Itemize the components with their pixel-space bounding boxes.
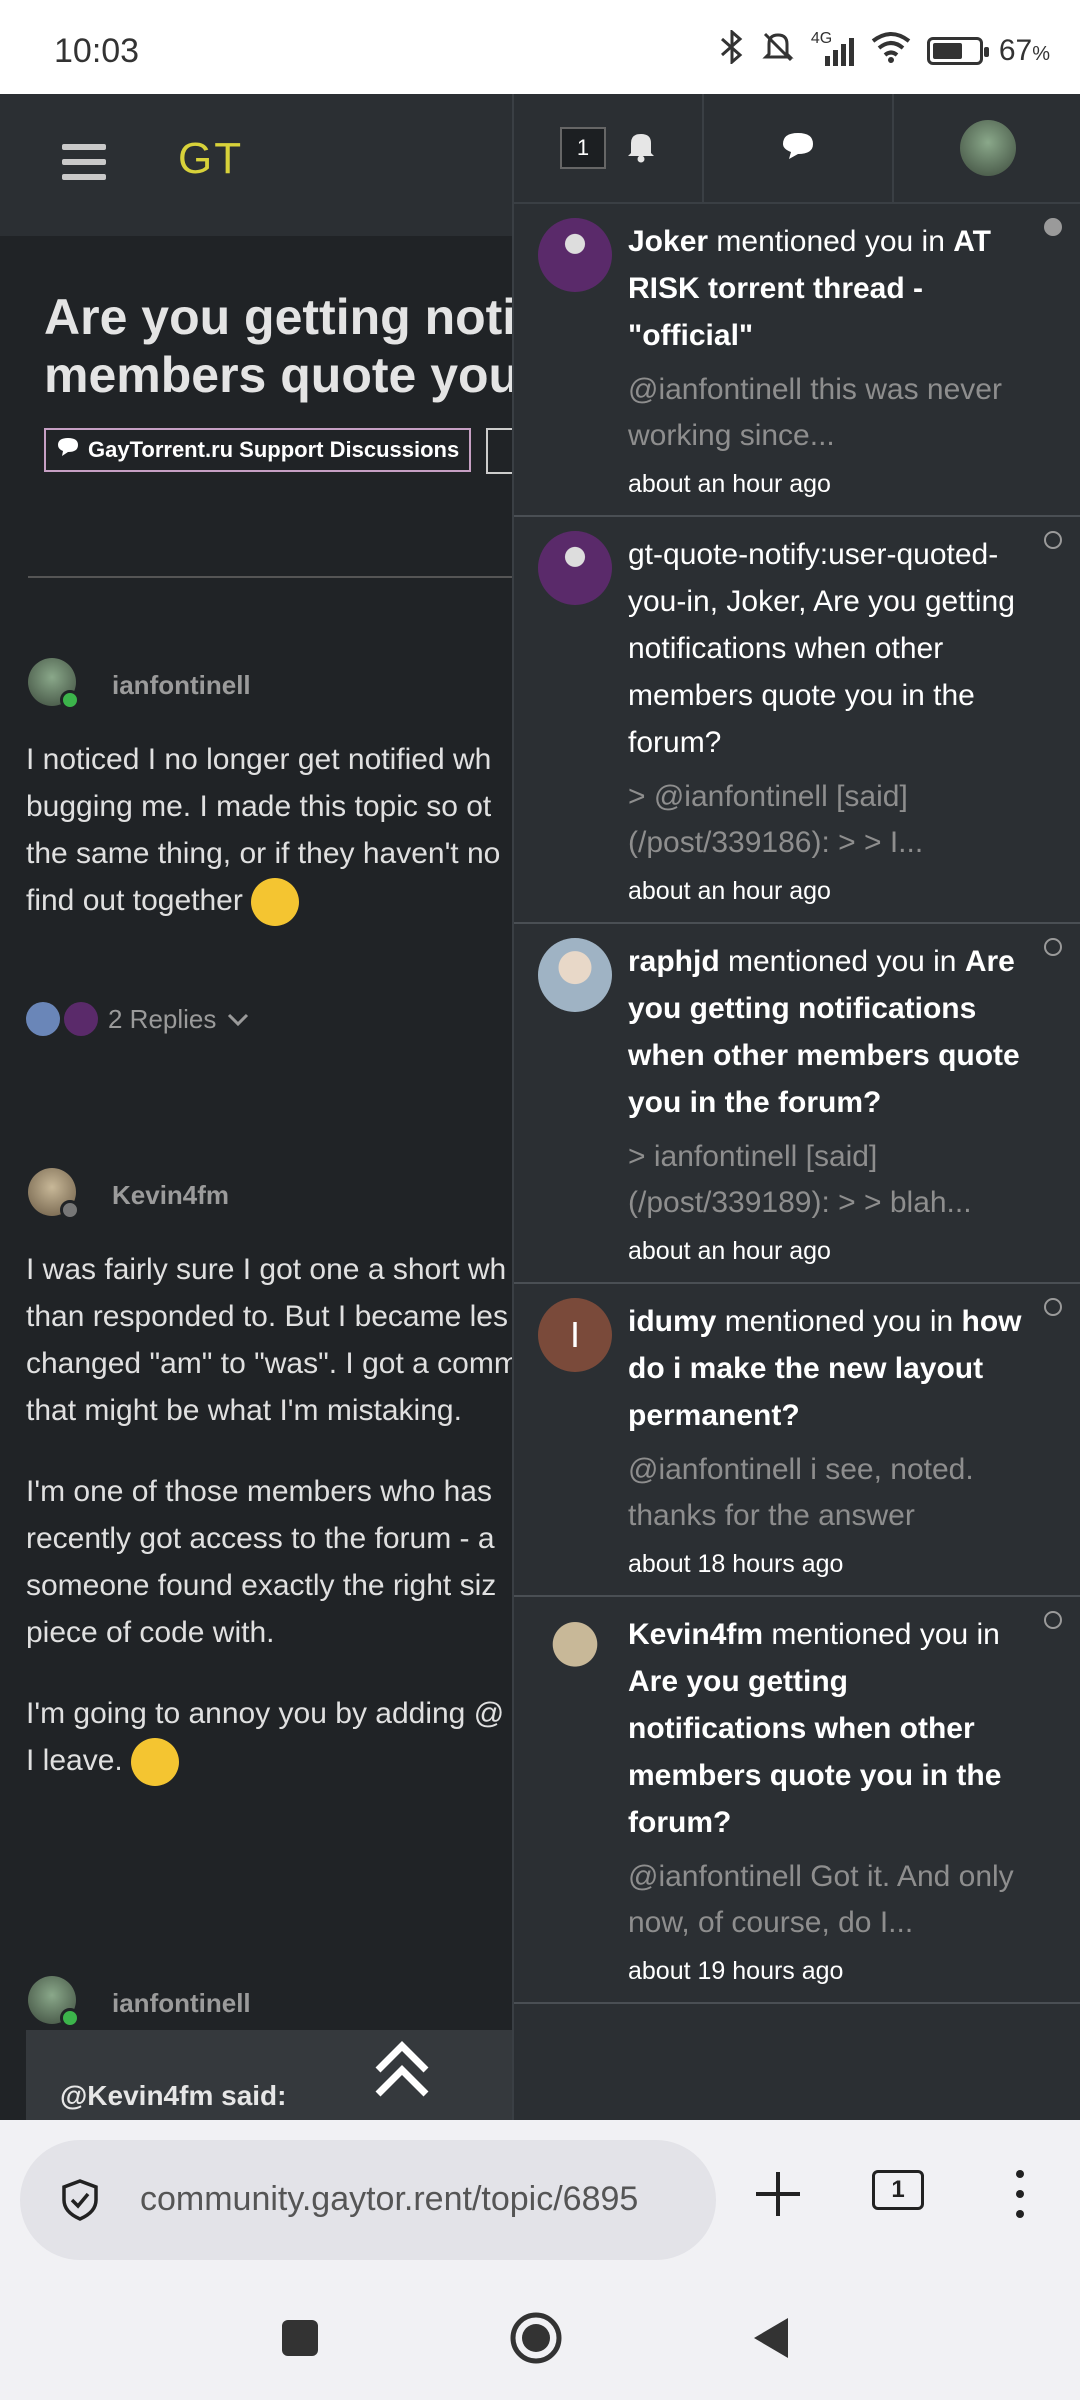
notification-item[interactable]: raphjd mentioned you in Are you getting … bbox=[514, 924, 1080, 1284]
notification-user: idumy bbox=[628, 1305, 717, 1338]
new-tab-button[interactable] bbox=[746, 2162, 810, 2226]
avatar bbox=[538, 531, 612, 605]
notification-action: gt-quote-notify:user-quoted-you-in, Joke… bbox=[628, 538, 1015, 759]
notification-excerpt: > @ianfontinell [said](/post/339186): > … bbox=[628, 780, 924, 859]
category-label: GayTorrent.ru Support Discussions bbox=[88, 437, 460, 462]
home-button[interactable] bbox=[500, 2302, 572, 2374]
read-indicator-icon[interactable] bbox=[1044, 1298, 1062, 1316]
battery-icon bbox=[926, 37, 989, 65]
unread-indicator-icon[interactable] bbox=[1044, 218, 1062, 236]
notification-topic: Are you getting notifications when other… bbox=[628, 1665, 1002, 1839]
read-indicator-icon[interactable] bbox=[1044, 531, 1062, 549]
back-button[interactable] bbox=[736, 2302, 808, 2374]
notification-item[interactable]: Kevin4fm mentioned you in Are you gettin… bbox=[514, 1597, 1080, 2004]
battery-percent-value: 67 bbox=[998, 34, 1033, 67]
post-author[interactable]: ianfontinell bbox=[112, 670, 251, 701]
site-logo[interactable]: GT bbox=[178, 134, 243, 184]
online-status-icon bbox=[60, 2008, 80, 2028]
tab-chats[interactable] bbox=[704, 94, 894, 202]
notification-time: about 18 hours ago bbox=[628, 1550, 844, 1578]
wifi-icon bbox=[871, 31, 911, 71]
battery-percent: 67% bbox=[998, 34, 1050, 67]
notification-headline: Joker mentioned you in AT RISK torrent t… bbox=[628, 218, 1022, 359]
clock: 10:03 bbox=[54, 32, 140, 70]
notification-time: about an hour ago bbox=[628, 470, 831, 498]
tab-notifications[interactable]: 1 bbox=[514, 94, 704, 202]
avatar bbox=[538, 1611, 612, 1685]
notification-item[interactable]: I idumy mentioned you in how do i make t… bbox=[514, 1284, 1080, 1597]
notification-user: raphjd bbox=[628, 945, 720, 978]
shield-icon[interactable] bbox=[58, 2178, 102, 2222]
browser-toolbar: community.gaytor.rent/topic/6895 1 bbox=[0, 2120, 1080, 2282]
notification-headline: Kevin4fm mentioned you in Are you gettin… bbox=[628, 1611, 1022, 1846]
chat-icon bbox=[781, 131, 815, 166]
notification-action: mentioned you in bbox=[716, 1305, 962, 1338]
grin-emoji-icon bbox=[251, 878, 300, 927]
mute-bell-icon bbox=[761, 30, 795, 72]
quote-attribution: @Kevin4fm said: bbox=[60, 2080, 287, 2111]
notification-item[interactable]: gt-quote-notify:user-quoted-you-in, Joke… bbox=[514, 517, 1080, 924]
cellular-signal-icon: 4G bbox=[811, 30, 855, 68]
more-options-icon[interactable] bbox=[1000, 2162, 1040, 2226]
comment-icon bbox=[56, 436, 80, 464]
online-status-icon bbox=[60, 690, 80, 710]
tab-switcher-button[interactable]: 1 bbox=[872, 2170, 924, 2210]
read-indicator-icon[interactable] bbox=[1044, 1611, 1062, 1629]
read-indicator-icon[interactable] bbox=[1044, 938, 1062, 956]
address-bar[interactable]: community.gaytor.rent/topic/6895 bbox=[20, 2140, 716, 2260]
notification-action: mentioned you in bbox=[763, 1618, 1000, 1651]
menu-icon[interactable] bbox=[62, 144, 106, 180]
topic-title: Are you getting notifi members quote you… bbox=[44, 288, 547, 404]
notification-excerpt: @ianfontinell this was never working sin… bbox=[628, 373, 1002, 452]
notification-excerpt: @ianfontinell i see, noted. thanks for t… bbox=[628, 1453, 974, 1532]
post-line: find out together bbox=[26, 884, 243, 917]
notification-headline: idumy mentioned you in how do i make the… bbox=[628, 1298, 1022, 1439]
replies-toggle[interactable]: 2 Replies bbox=[26, 1002, 250, 1036]
notification-headline: gt-quote-notify:user-quoted-you-in, Joke… bbox=[628, 531, 1022, 766]
notification-list: Joker mentioned you in AT RISK torrent t… bbox=[514, 204, 1080, 2004]
avatar bbox=[960, 120, 1016, 176]
recent-apps-button[interactable] bbox=[264, 2302, 336, 2374]
avatar: I bbox=[538, 1298, 612, 1372]
notification-excerpt: > ianfontinell [said](/post/339189): > >… bbox=[628, 1140, 972, 1219]
unread-count-badge: 1 bbox=[560, 127, 606, 169]
bell-icon bbox=[626, 129, 656, 168]
notification-item[interactable]: Joker mentioned you in AT RISK torrent t… bbox=[514, 204, 1080, 517]
battery-level bbox=[932, 43, 963, 59]
scroll-to-top-icon[interactable] bbox=[370, 2038, 434, 2102]
topic-title-line2: members quote you i bbox=[44, 347, 547, 403]
notification-user: Joker bbox=[628, 225, 709, 258]
post-author[interactable]: ianfontinell bbox=[112, 1988, 251, 2019]
grin-emoji-icon bbox=[131, 1738, 180, 1787]
post-line: I leave. bbox=[26, 1744, 123, 1777]
notification-user: Kevin4fm bbox=[628, 1618, 764, 1651]
notifications-dropdown: 1 Joker mentioned you in AT RISK torrent… bbox=[512, 94, 1080, 2120]
avatar bbox=[26, 1002, 60, 1036]
avatar bbox=[64, 1002, 98, 1036]
avatar bbox=[538, 938, 612, 1012]
post-author[interactable]: Kevin4fm bbox=[112, 1180, 229, 1211]
divider bbox=[28, 576, 548, 578]
avatar bbox=[538, 218, 612, 292]
notification-headline: raphjd mentioned you in Are you getting … bbox=[628, 938, 1022, 1126]
replies-label: 2 Replies bbox=[108, 1003, 217, 1034]
avatar-letter: I bbox=[569, 1314, 580, 1355]
notification-time: about 19 hours ago bbox=[628, 1957, 844, 1985]
bluetooth-icon bbox=[719, 28, 745, 72]
system-nav-bar bbox=[0, 2282, 1080, 2400]
offline-status-icon bbox=[60, 1200, 80, 1220]
notification-tabs: 1 bbox=[514, 94, 1080, 204]
topic-title-line1: Are you getting notifi bbox=[44, 289, 547, 345]
chevron-down-icon bbox=[226, 1004, 250, 1035]
tab-profile[interactable] bbox=[894, 94, 1080, 202]
notification-action: mentioned you in bbox=[719, 945, 965, 978]
status-bar: 10:03 4G 67% bbox=[0, 0, 1080, 94]
category-badge[interactable]: GayTorrent.ru Support Discussions bbox=[44, 428, 472, 472]
notification-time: about an hour ago bbox=[628, 1237, 831, 1265]
notification-time: about an hour ago bbox=[628, 877, 831, 905]
status-icons: 4G 67% bbox=[719, 28, 1050, 72]
url-text[interactable]: community.gaytor.rent/topic/6895 bbox=[140, 2180, 696, 2219]
notification-action: mentioned you in bbox=[708, 225, 954, 258]
notification-excerpt: @ianfontinell Got it. And only now, of c… bbox=[628, 1860, 1014, 1939]
